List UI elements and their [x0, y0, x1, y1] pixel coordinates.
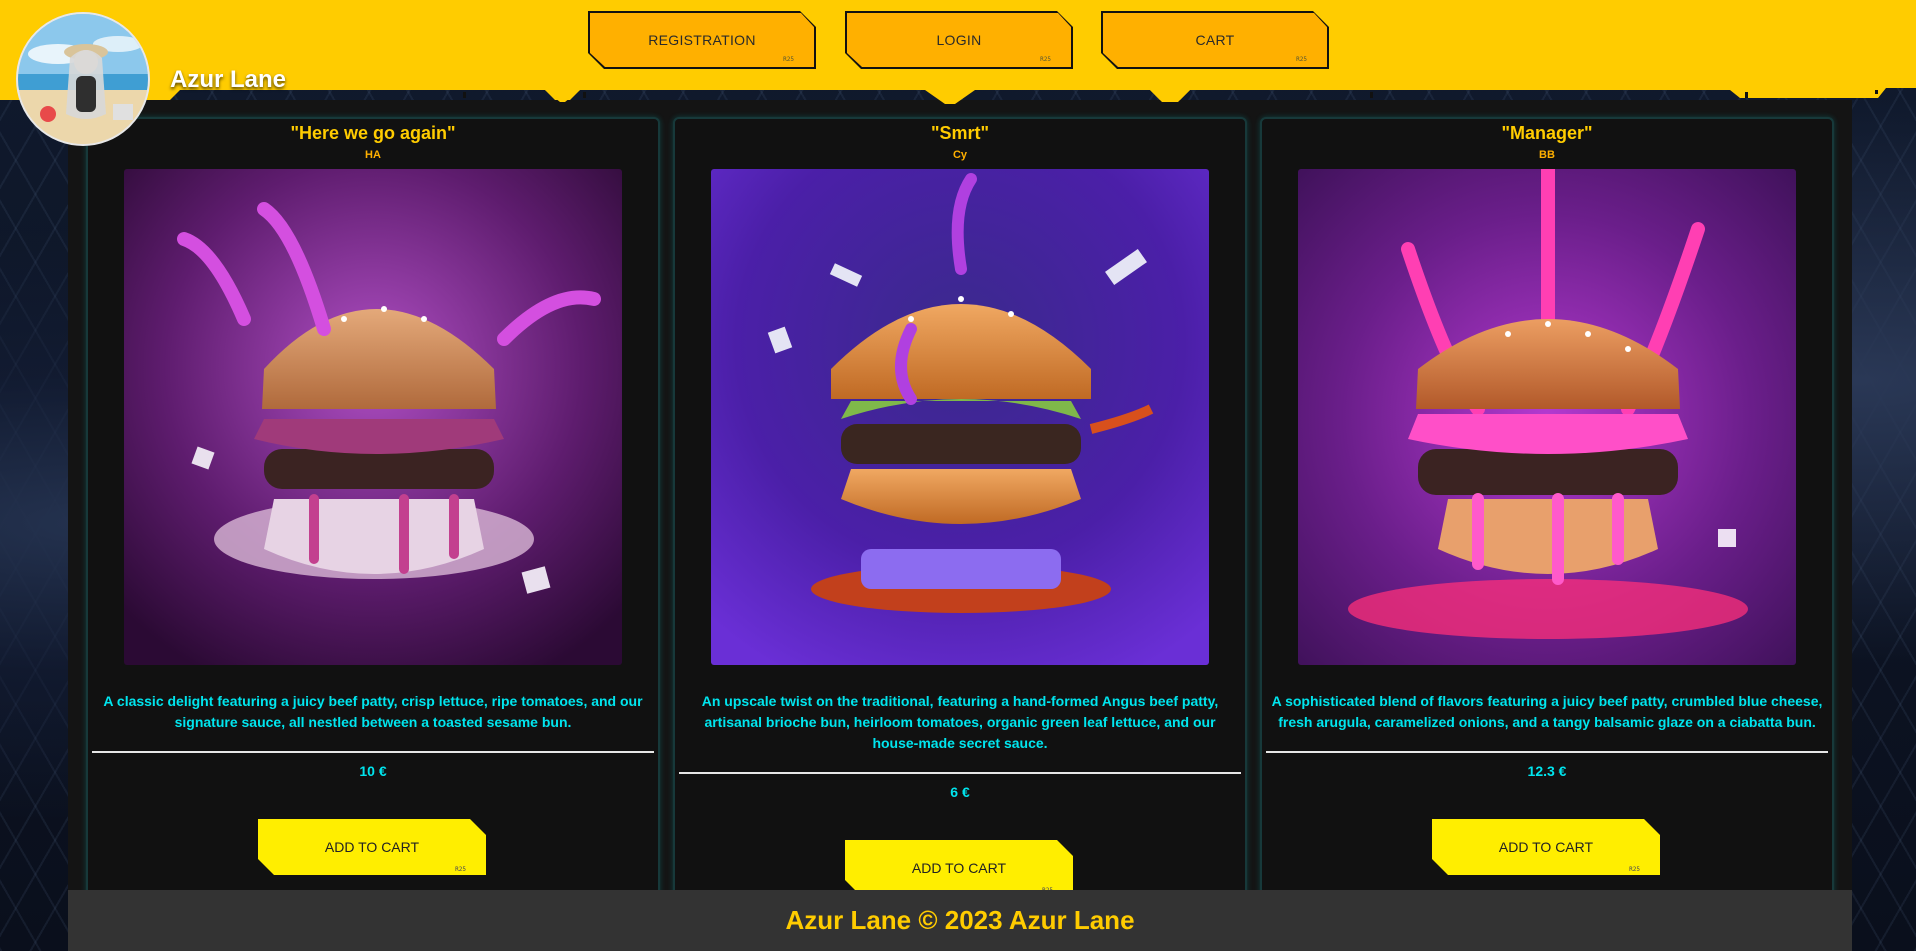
nav-registration-button[interactable]: REGISTRATION R25 — [588, 11, 816, 69]
add-to-cart-button[interactable]: ADD TO CART R25 — [258, 819, 486, 875]
brand-name[interactable]: Azur Lane — [170, 66, 286, 94]
product-title: "Here we go again" — [290, 123, 456, 143]
product-description: An upscale twist on the traditional, fea… — [701, 693, 1219, 751]
product-price: 10 € — [359, 763, 387, 779]
product-subtitle: Cy — [952, 149, 968, 161]
header-decoration — [463, 90, 1878, 104]
add-to-cart-button[interactable]: ADD TO CART R25 — [1432, 819, 1660, 875]
nav-login-label: LOGIN — [936, 32, 982, 48]
product-image — [711, 169, 1209, 665]
footer-text: Azur Lane © 2023 Azur Lane — [785, 905, 1135, 935]
product-subtitle: HA — [365, 149, 381, 161]
nav-registration-label: REGISTRATION — [648, 32, 756, 48]
product-card: "Manager" BB A sophisticated blend of fl… — [1260, 117, 1834, 917]
burger-image-icon — [1298, 169, 1796, 665]
nav-login-button[interactable]: LOGIN R25 — [845, 11, 1073, 69]
product-card: "Here we go again" HA A classic delight … — [86, 117, 660, 917]
avatar-illustration-icon — [18, 14, 148, 144]
nav-button-tag: R25 — [783, 56, 794, 63]
product-description: A classic delight featuring a juicy beef… — [103, 693, 643, 730]
nav-button-tag: R25 — [1296, 56, 1307, 63]
button-tag: R25 — [1629, 866, 1640, 873]
product-subtitle: BB — [1539, 149, 1555, 161]
burger-image-icon — [711, 169, 1209, 665]
divider — [1266, 751, 1828, 753]
product-image — [1298, 169, 1796, 665]
burger-image-icon — [124, 169, 622, 665]
divider — [679, 772, 1241, 774]
nav-cart-button[interactable]: CART R25 — [1101, 11, 1329, 69]
product-title: "Manager" — [1501, 123, 1593, 143]
product-image — [124, 169, 622, 665]
avatar[interactable] — [16, 12, 150, 146]
product-price: 12.3 € — [1527, 763, 1567, 779]
footer: Azur Lane © 2023 Azur Lane — [68, 890, 1852, 951]
divider — [92, 751, 654, 753]
product-card: "Smrt" Cy An upscale twist on the tradit… — [673, 117, 1247, 917]
add-to-cart-label: ADD TO CART — [911, 860, 1007, 876]
add-to-cart-label: ADD TO CART — [324, 839, 420, 855]
add-to-cart-label: ADD TO CART — [1498, 839, 1594, 855]
button-tag: R25 — [455, 866, 466, 873]
nav-button-tag: R25 — [1040, 56, 1051, 63]
add-to-cart-button[interactable]: ADD TO CART R25 — [845, 840, 1073, 896]
nav-cart-label: CART — [1195, 32, 1235, 48]
product-title: "Smrt" — [930, 123, 990, 143]
product-description: A sophisticated blend of flavors featuri… — [1271, 693, 1823, 730]
product-price: 6 € — [950, 784, 970, 800]
